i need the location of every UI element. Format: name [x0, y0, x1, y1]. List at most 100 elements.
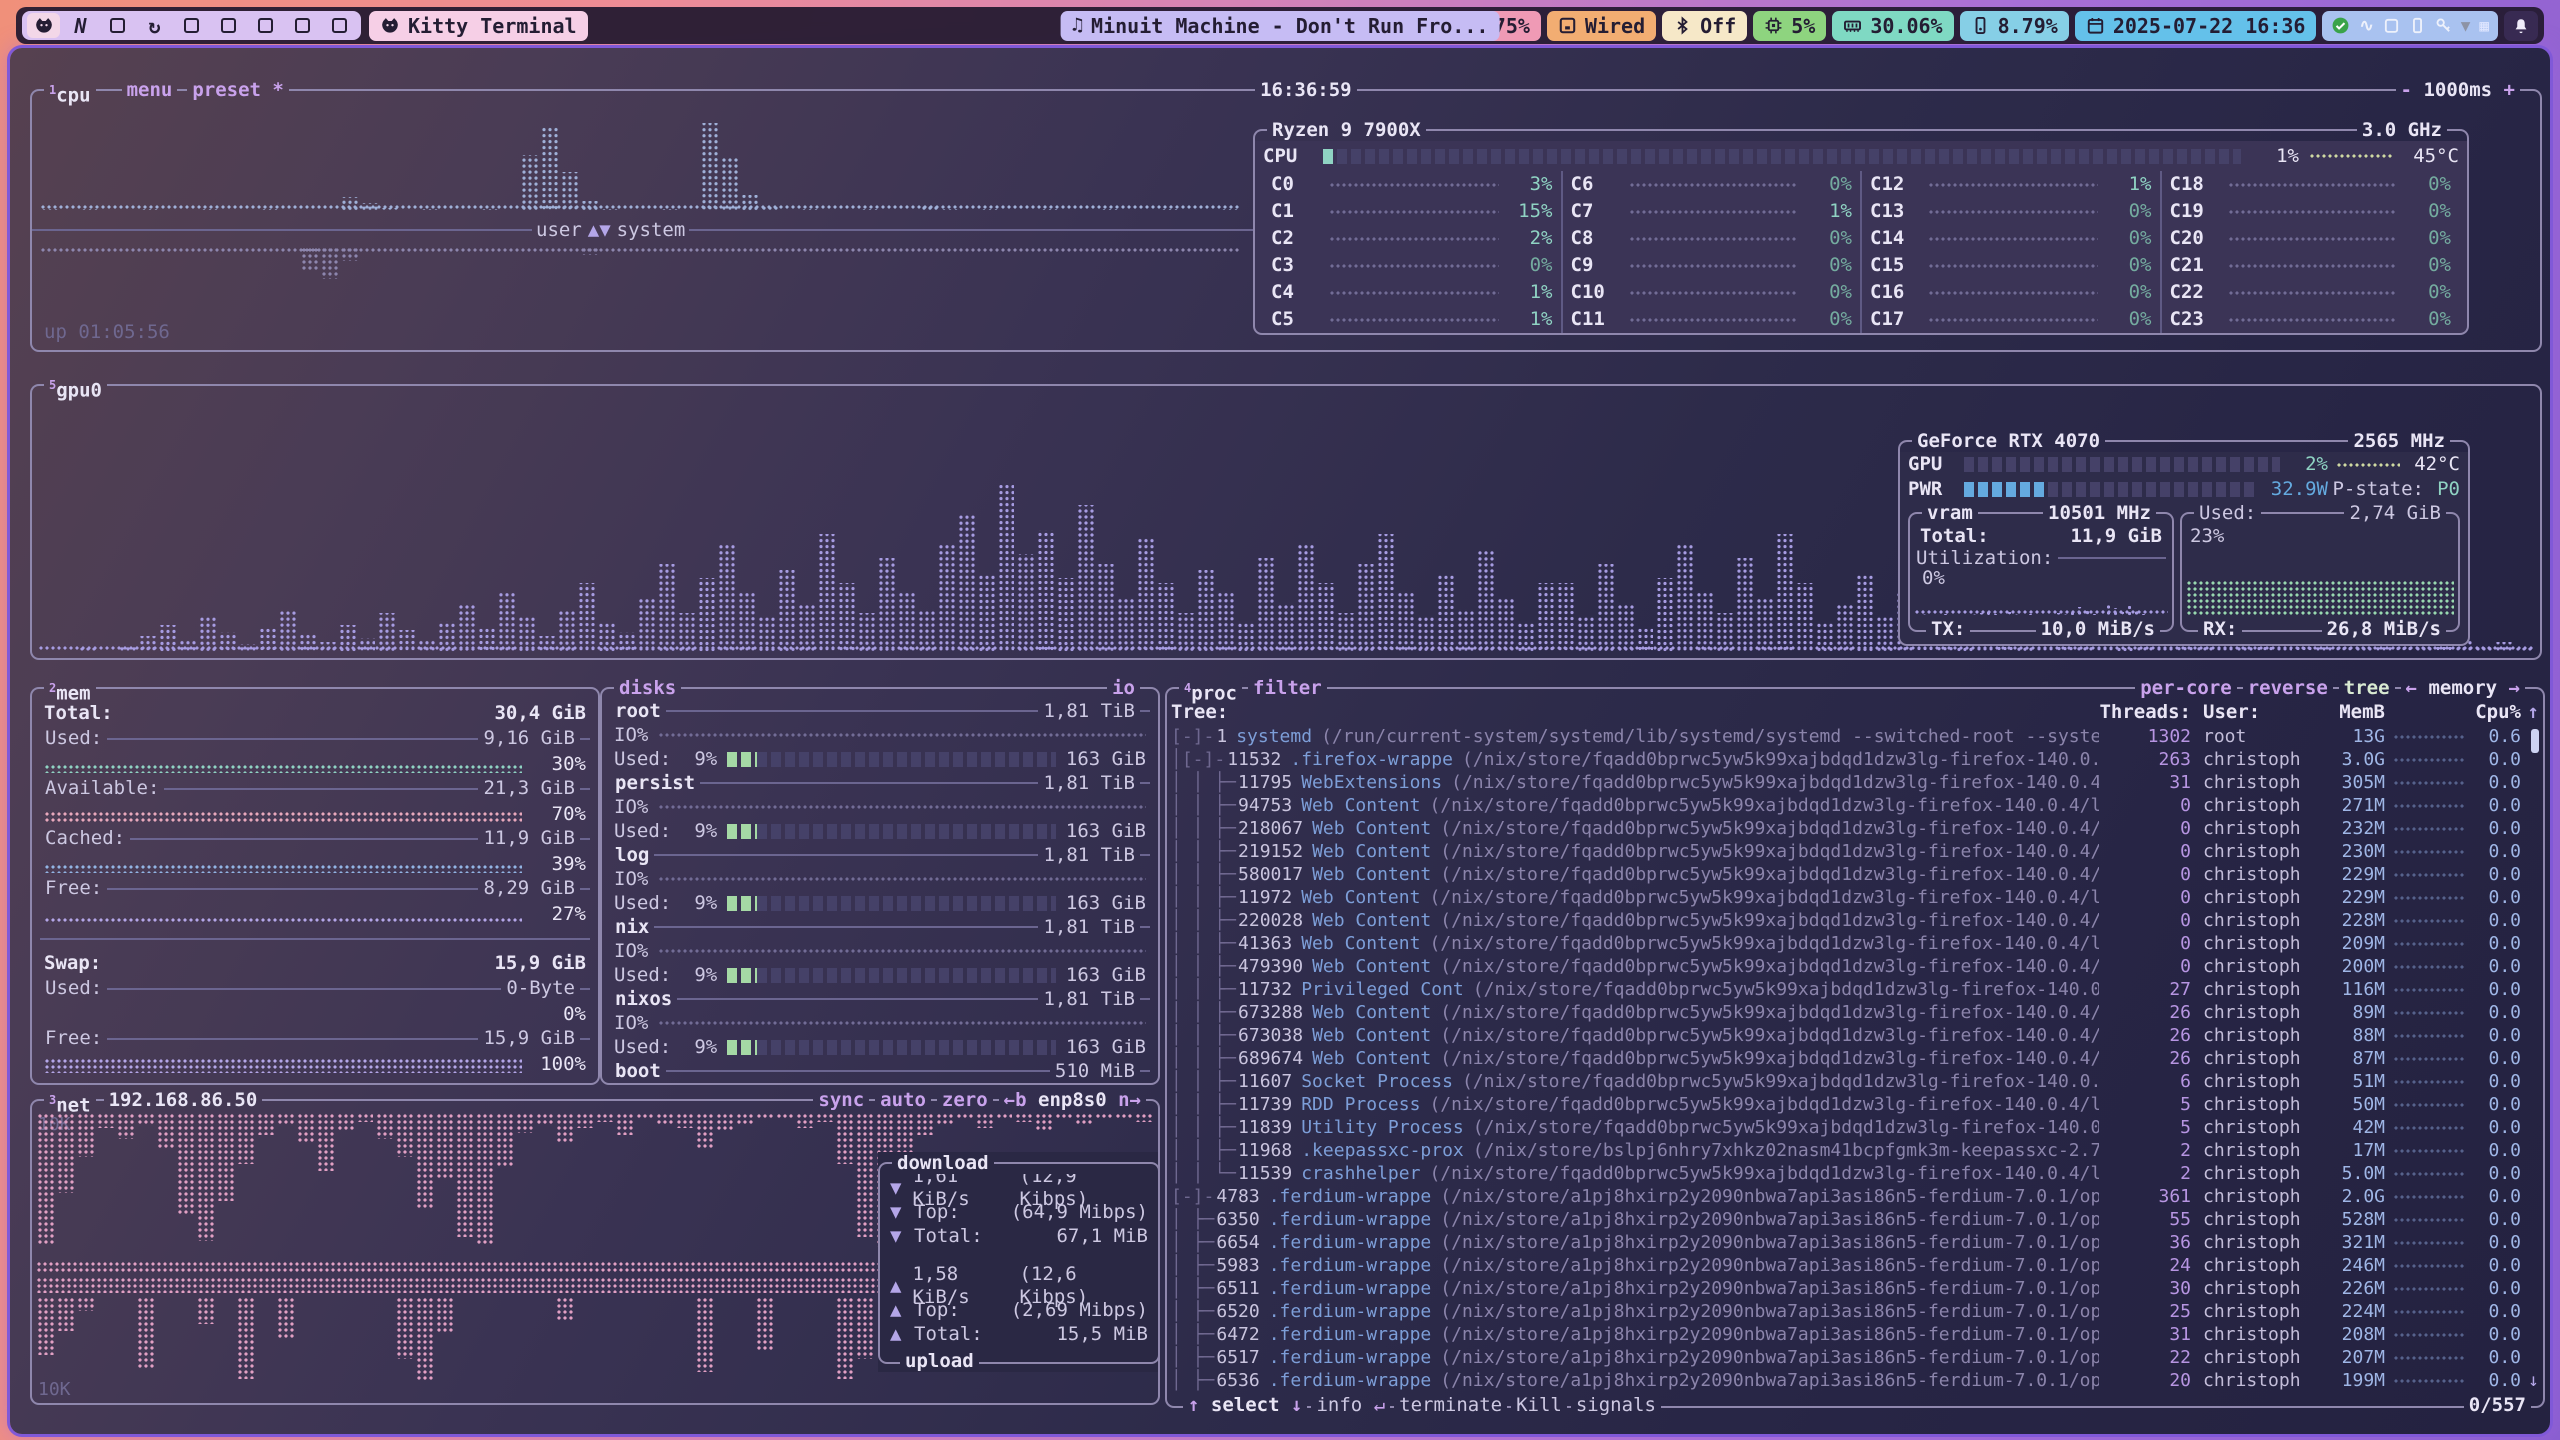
grid-icon[interactable]: ▦	[2479, 16, 2489, 35]
per-core-toggle[interactable]: per-core	[2135, 677, 2237, 699]
process-row[interactable]: [-]-1systemd(/run/current-system/systemd…	[1167, 725, 2543, 748]
core-grid: C03%C115%C22%C30%C41%C51%C60%C71%C80%C90…	[1263, 171, 2459, 333]
workspace-8[interactable]	[286, 13, 319, 38]
cpu-model-label: Ryzen 9 7900X	[1267, 119, 1426, 141]
process-row[interactable]: │ ├─6517.ferdium-wrappe(/nix/store/a1pj8…	[1167, 1346, 2543, 1369]
core-C15: C150%	[1870, 252, 2152, 279]
window-title-pill[interactable]: Kitty Terminal	[369, 11, 588, 41]
memory-column-header[interactable]: MemB	[2321, 701, 2385, 724]
workspace-switcher[interactable]: N↻	[22, 11, 361, 40]
process-row[interactable]: │[-]-11532.firefox-wrappe(/nix/store/fqa…	[1167, 748, 2543, 771]
status-pill-cpu[interactable]: 5%	[1753, 11, 1826, 41]
process-row[interactable]: │ │ ├─580017Web Content(/nix/store/fqadd…	[1167, 863, 2543, 886]
net-interface-switcher[interactable]: ←b enp8s0 n→	[999, 1089, 1146, 1111]
user-column-header[interactable]: User:	[2191, 701, 2321, 724]
threads-column-header[interactable]: Threads:	[2099, 701, 2191, 724]
process-row[interactable]: │ │ ├─11968.keepassxc-prox(/nix/store/bs…	[1167, 1139, 2543, 1162]
gpu-power-value: 32.9W	[2262, 478, 2328, 501]
music-pill[interactable]: ♫ Minuit Machine - Don't Run Fro...	[1061, 11, 1500, 41]
key-icon[interactable]	[2435, 17, 2452, 34]
workspace-3[interactable]	[101, 13, 134, 38]
process-row[interactable]: │ │ └─11539crashhelper(/nix/store/fqadd0…	[1167, 1162, 2543, 1185]
process-row[interactable]: │ │ ├─218067Web Content(/nix/store/fqadd…	[1167, 817, 2543, 840]
notifications-button[interactable]	[2504, 11, 2538, 41]
sort-column-control[interactable]: ← memory →	[2401, 677, 2525, 699]
process-row[interactable]: │ │ ├─11732Privileged Cont(/nix/store/fq…	[1167, 978, 2543, 1001]
net-auto-toggle[interactable]: auto	[875, 1089, 931, 1111]
status-pill-disk[interactable]: 8.79%	[1960, 11, 2069, 41]
process-scrollbar[interactable]	[2531, 729, 2539, 753]
net-stats-box: download ▼1,61 KiB/s(12,9 Kibps)▼Top:(64…	[878, 1152, 1160, 1372]
preset-button[interactable]: preset *	[187, 79, 289, 101]
process-row[interactable]: │ ├─6536.ferdium-wrappe(/nix/store/a1pj8…	[1167, 1369, 2543, 1392]
workspace-7[interactable]	[249, 13, 282, 38]
process-row[interactable]: │ ├─6520.ferdium-wrappe(/nix/store/a1pj8…	[1167, 1300, 2543, 1323]
process-row[interactable]: │ │ ├─479390Web Content(/nix/store/fqadd…	[1167, 955, 2543, 978]
check-circle-icon[interactable]	[2331, 16, 2350, 35]
process-row[interactable]: │ ├─5983.ferdium-wrappe(/nix/store/a1pj8…	[1167, 1254, 2543, 1277]
tree-toggle[interactable]: tree	[2339, 677, 2395, 699]
process-row[interactable]: │ │ ├─41363Web Content(/nix/store/fqadd0…	[1167, 932, 2543, 955]
clipboard-icon[interactable]	[2383, 17, 2400, 34]
reverse-toggle[interactable]: reverse	[2243, 677, 2333, 699]
process-row[interactable]: │ ├─6472.ferdium-wrappe(/nix/store/a1pj8…	[1167, 1323, 2543, 1346]
workspace-1[interactable]	[27, 13, 60, 38]
process-row[interactable]: │ │ ├─11607Socket Process(/nix/store/fqa…	[1167, 1070, 2543, 1093]
process-row[interactable]: │ ├─6511.ferdium-wrappe(/nix/store/a1pj8…	[1167, 1277, 2543, 1300]
vram-used-label: Used:	[2194, 502, 2261, 524]
process-row[interactable]: │ │ ├─11795WebExtensions(/nix/store/fqad…	[1167, 771, 2543, 794]
menu-button[interactable]: menu	[122, 79, 178, 101]
process-row[interactable]: │ │ ├─11739RDD Process(/nix/store/fqadd0…	[1167, 1093, 2543, 1116]
vram-total-row: Total:11,9 GiB	[1916, 524, 2166, 548]
process-row[interactable]: │ │ ├─673038Web Content(/nix/store/fqadd…	[1167, 1024, 2543, 1047]
disk-used-bar	[727, 896, 1056, 911]
top-bar: N↻ Kitty Terminal ♫ Minuit Machine - Don…	[16, 7, 2544, 44]
vram-tx-graph	[1914, 586, 2168, 616]
wave-icon[interactable]: ∿	[2359, 16, 2373, 36]
status-pill-memory[interactable]: 30.06%	[1832, 11, 1953, 41]
cat-icon	[34, 16, 54, 36]
net-sync-toggle[interactable]: sync	[813, 1089, 869, 1111]
workspace-2[interactable]: N	[64, 13, 97, 38]
process-row[interactable]: │ │ ├─220028Web Content(/nix/store/fqadd…	[1167, 909, 2543, 932]
process-row[interactable]: [-]-4783.ferdium-wrappe(/nix/store/a1pj8…	[1167, 1185, 2543, 1208]
disk-name-row: nixos1,81 TiB	[610, 987, 1150, 1011]
disk-io-row: IO%	[610, 723, 1150, 747]
status-pill-clock[interactable]: 2025-07-22 16:36	[2075, 11, 2317, 41]
info-button[interactable]: info ↵	[1311, 1394, 1390, 1416]
workspace-6[interactable]	[212, 13, 245, 38]
process-row[interactable]: │ ├─6350.ferdium-wrappe(/nix/store/a1pj8…	[1167, 1208, 2543, 1231]
net-zero-toggle[interactable]: zero	[937, 1089, 993, 1111]
signals-button[interactable]: signals	[1571, 1394, 1661, 1416]
filter-button[interactable]: filter	[1248, 677, 1327, 699]
process-row[interactable]: │ ├─6654.ferdium-wrappe(/nix/store/a1pj8…	[1167, 1231, 2543, 1254]
process-row[interactable]: │ │ ├─673288Web Content(/nix/store/fqadd…	[1167, 1001, 2543, 1024]
cpu-column-header[interactable]: Cpu%	[2465, 701, 2521, 724]
cat-icon	[380, 16, 400, 36]
core-C12: C121%	[1870, 171, 2152, 198]
workspace-5[interactable]	[175, 13, 208, 38]
disks-box-title[interactable]: disks	[614, 677, 681, 699]
io-mode-toggle[interactable]: io	[1107, 677, 1140, 699]
status-pill-network[interactable]: Wired	[1547, 11, 1656, 41]
shield-icon[interactable]: ▼	[2461, 16, 2471, 35]
terminate-button[interactable]: terminate	[1394, 1394, 1507, 1416]
process-row[interactable]: │ │ ├─11839Utility Process(/nix/store/fq…	[1167, 1116, 2543, 1139]
process-row[interactable]: │ │ ├─11972Web Content(/nix/store/fqadd0…	[1167, 886, 2543, 909]
kill-button[interactable]: Kill	[1511, 1394, 1567, 1416]
process-row[interactable]: │ │ ├─219152Web Content(/nix/store/fqadd…	[1167, 840, 2543, 863]
music-title: Minuit Machine - Don't Run Fro...	[1091, 14, 1488, 38]
process-row[interactable]: │ │ ├─94753Web Content(/nix/store/fqadd0…	[1167, 794, 2543, 817]
disk-value: 8.79%	[1998, 14, 2058, 38]
process-row[interactable]: │ │ ├─689674Web Content(/nix/store/fqadd…	[1167, 1047, 2543, 1070]
cpu-frequency: 3.0 GHz	[2357, 119, 2447, 141]
select-control[interactable]: ↑ select ↓	[1183, 1394, 1307, 1416]
workspace-9[interactable]	[323, 13, 356, 38]
status-pill-bluetooth[interactable]: Off	[1662, 11, 1747, 41]
phone-icon[interactable]	[2409, 17, 2426, 34]
workspace-4[interactable]: ↻	[138, 13, 171, 38]
ssd-icon	[1971, 16, 1990, 35]
update-interval-control[interactable]: - 1000ms +	[2396, 79, 2520, 101]
cpu-temp: 45°C	[2403, 145, 2459, 168]
cpu-detail-box: Ryzen 9 7900X 3.0 GHz CPU 1% 45°C C03%C1…	[1253, 119, 2469, 335]
